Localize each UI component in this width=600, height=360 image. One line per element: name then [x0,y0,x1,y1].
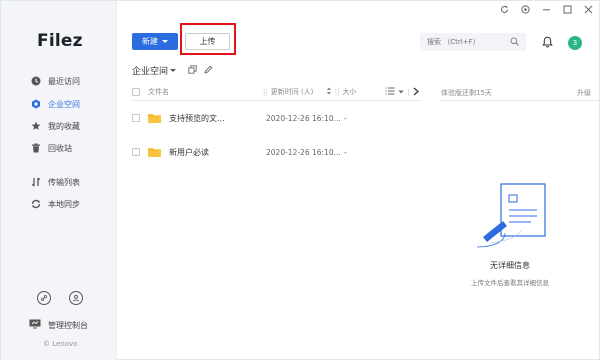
sidebar-bottom-tools [37,291,83,305]
new-button[interactable]: 新建 [132,33,178,50]
edit-icon[interactable] [204,65,213,76]
sidebar-item-recent[interactable]: 最近访问 [31,73,80,89]
sidebar-item-label: 回收站 [48,143,72,153]
row-checkbox[interactable] [132,114,140,122]
search-input[interactable] [427,38,507,46]
row-time: 2020-12-26 16:10... [266,147,341,157]
sidebar-item-sync[interactable]: 本地同步 [31,196,80,212]
column-divider: | [407,88,410,96]
column-time-header[interactable]: 更新时间 (人) [271,87,325,97]
sidebar-item-label: 传输列表 [48,177,80,187]
empty-detail-subtitle: 上传文件后查看其详细信息 [471,279,549,287]
refresh-icon[interactable] [499,4,509,14]
sort-icon[interactable] [326,87,332,97]
settings-icon[interactable] [520,4,530,14]
user-icon[interactable] [69,291,83,305]
search-box[interactable] [420,33,526,51]
app-logo: Filez [37,31,83,51]
trash-icon [31,143,41,153]
sidebar-item-label: 本地同步 [48,199,80,209]
row-size: - [344,113,347,123]
maximize-icon[interactable] [562,4,572,14]
breadcrumb-label: 企业空间 [132,67,169,77]
close-icon[interactable] [583,4,593,14]
sidebar-item-favorites[interactable]: 我的收藏 [31,118,80,134]
row-checkbox[interactable] [132,148,140,156]
window-controls [499,4,593,14]
sidebar-item-enterprise[interactable]: 企业空间 [31,96,80,112]
path-tools [188,65,213,76]
star-icon [31,121,41,131]
bell-icon[interactable] [542,36,553,50]
transfer-icon [31,177,41,187]
row-name: 新用户必读 [169,147,209,157]
folder-icon [148,113,161,123]
copyright-text: © Lenovo [43,340,78,348]
sync-icon [31,199,41,209]
empty-detail-illustration [475,181,553,257]
column-name-header[interactable]: 文件名 [148,87,260,97]
copy-icon[interactable] [188,65,197,76]
trial-text: 体验版还剩15天 [441,89,492,97]
sidebar-item-label: 最近访问 [48,76,80,86]
search-icon[interactable] [510,37,519,48]
caret-down-icon [170,69,177,72]
trial-bar: 体验版还剩15天 升级 [441,88,591,98]
column-divider: || [334,88,340,96]
upload-button[interactable]: 上传 [185,33,230,50]
sidebar-item-label: 企业空间 [48,99,80,109]
sidebar-item-trash[interactable]: 回收站 [31,140,72,156]
row-size: - [344,147,347,157]
sidebar-item-label: 我的收藏 [48,121,80,131]
select-all-checkbox[interactable] [132,88,140,96]
link-icon[interactable] [37,291,51,305]
caret-down-icon[interactable] [398,88,404,96]
enterprise-icon [31,99,41,109]
avatar[interactable]: 3 [568,36,582,50]
table-row[interactable]: 新用户必读 2020-12-26 16:10... - [132,144,422,160]
monitor-icon [29,319,41,331]
admin-console-label: 管理控制台 [48,320,88,330]
sidebar: Filez 最近访问 企业空间 我的收藏 回收站 传输列表 本地同步 管理控制台… [1,1,117,360]
new-button-label: 新建 [142,37,158,46]
breadcrumb[interactable]: 企业空间 [132,64,177,77]
panel-divider [441,100,600,101]
empty-detail-title: 无详细信息 [490,261,530,270]
table-header: 文件名 || 更新时间 (人) || 大小 | [132,85,422,99]
table-row[interactable]: 支持预览的文... 2020-12-26 16:10... - [132,110,422,126]
header-divider [132,100,422,101]
admin-console-link[interactable]: 管理控制台 [29,319,88,331]
upload-button-label: 上传 [199,37,216,46]
chevron-right-icon[interactable] [413,87,419,98]
sidebar-item-transfer[interactable]: 传输列表 [31,174,80,190]
list-view-icon[interactable] [385,87,395,97]
folder-icon [148,147,161,157]
minimize-icon[interactable] [541,4,551,14]
row-time: 2020-12-26 16:10... [266,113,341,123]
upgrade-link[interactable]: 升级 [577,88,591,98]
app-window: Filez 最近访问 企业空间 我的收藏 回收站 传输列表 本地同步 管理控制台… [0,0,600,360]
column-size-header[interactable]: 大小 [342,87,372,97]
clock-icon [31,76,41,86]
column-divider: || [263,88,268,96]
row-name: 支持预览的文... [169,113,225,123]
caret-down-icon [162,40,168,43]
